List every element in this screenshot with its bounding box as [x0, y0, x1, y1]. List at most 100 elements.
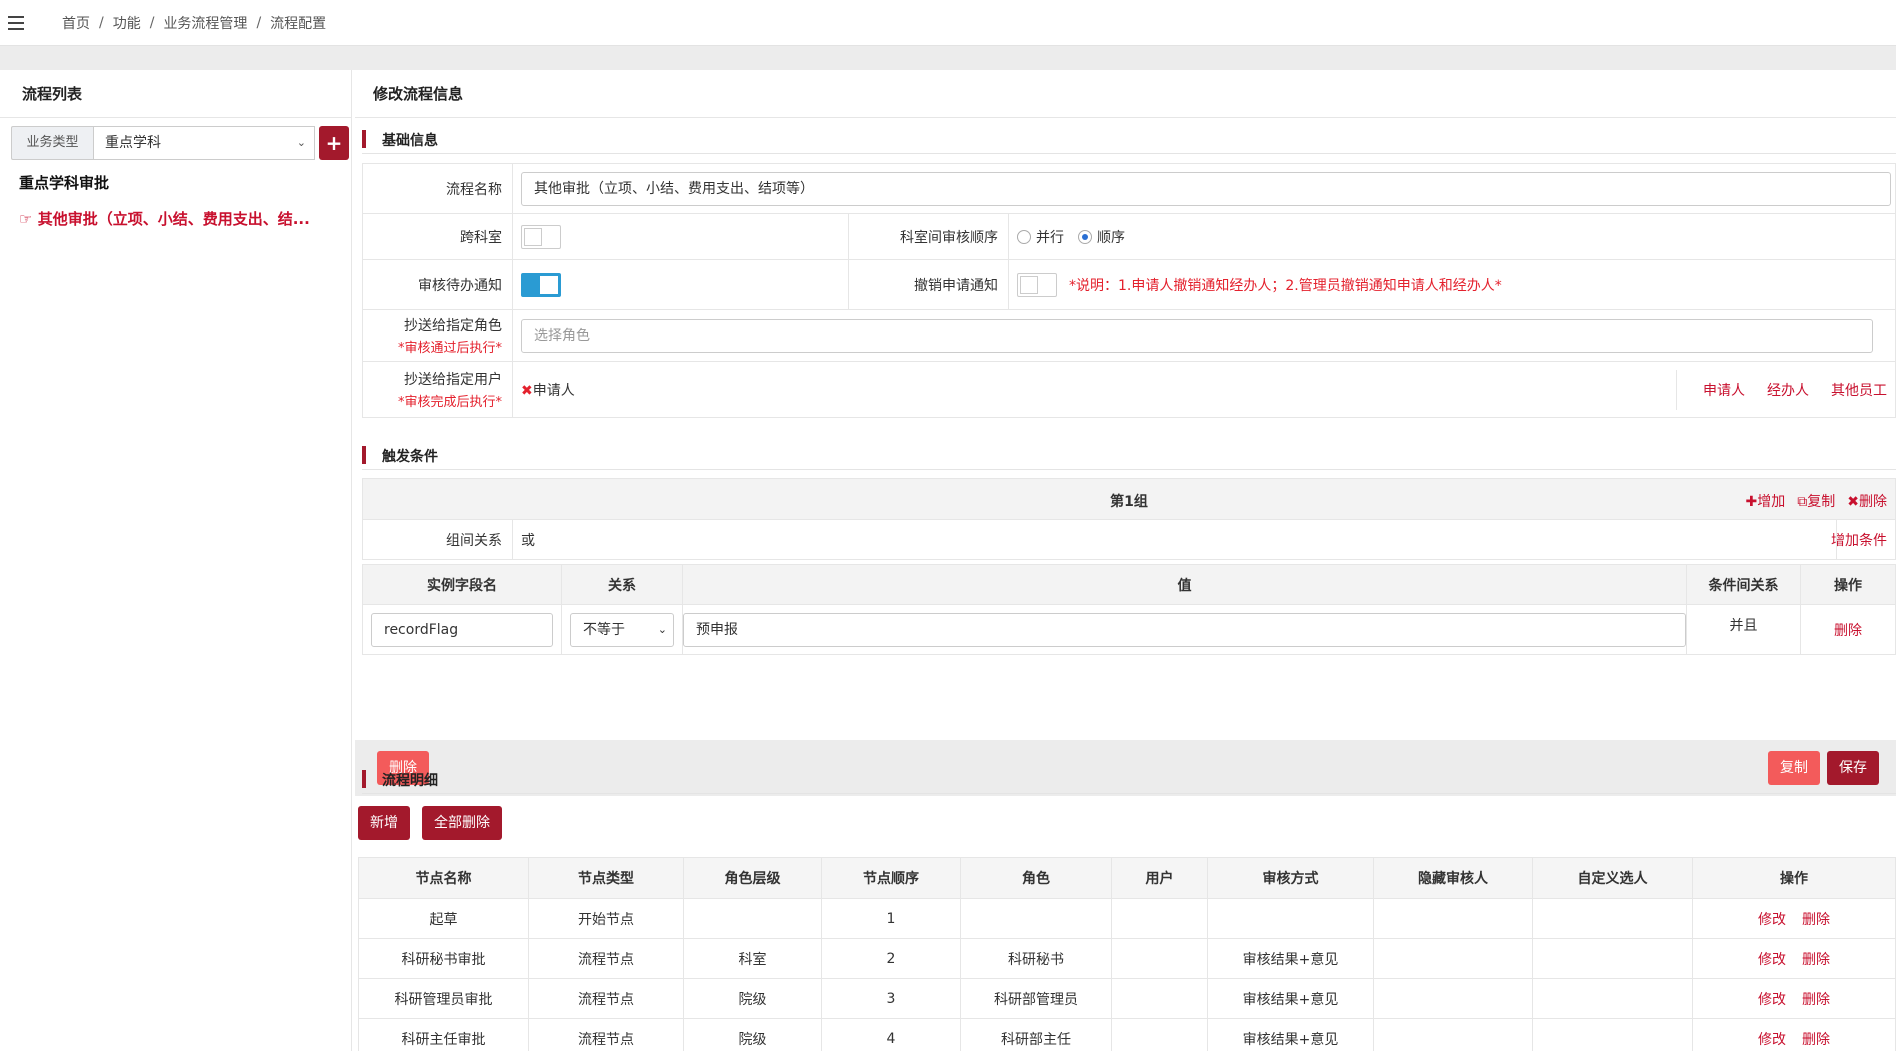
process-detail-table: 节点名称 节点类型 角色层级 节点顺序 角色 用户 审核方式 隐藏审核人 自定义选人 操作 起草开…: [358, 857, 1896, 1051]
condition-group: 第1组 ✚增加 ⧉复制 ✖删除 组间关系 或 增加条件 实例字段名 关系 值 条…: [362, 478, 1896, 655]
table-row: 科研管理员审批 流程节点 院级 3 科研部管理员 审核结果+意见 修改 删除: [358, 978, 1896, 1019]
row-actions: 修改 删除: [1692, 1018, 1896, 1051]
breadcrumb-workflow-mgmt[interactable]: 业务流程管理: [163, 13, 247, 33]
cc-role-select[interactable]: 选择角色: [521, 318, 1873, 353]
business-type-value: 重点学科: [105, 135, 161, 151]
menu-icon[interactable]: [8, 15, 24, 30]
table-cell: [1373, 1018, 1533, 1051]
hand-pointer-icon: ☞: [19, 210, 33, 228]
chevron-down-icon: ⌄: [657, 622, 667, 636]
process-name-input[interactable]: 其他审批（立项、小结、费用支出、结项等）: [521, 171, 1891, 206]
add-condition-link[interactable]: 增加条件: [1831, 530, 1887, 550]
section-detail: 流程明细: [362, 764, 1896, 794]
revoke-notify-toggle[interactable]: [1017, 272, 1057, 297]
process-list-panel: 流程列表 业务类型 重点学科 ⌄ + 重点学科审批 ☞ 其他审批（立项、小结、费…: [0, 70, 352, 1051]
row-actions: 修改 删除: [1692, 938, 1896, 979]
delete-row-link[interactable]: 删除: [1802, 952, 1830, 968]
table-cell: [1532, 978, 1693, 1019]
field-name-input[interactable]: recordFlag: [371, 612, 553, 647]
col-relation: 关系: [561, 564, 683, 605]
breadcrumb: 首页 / 功能 / 业务流程管理 / 流程配置: [62, 13, 327, 33]
col-field: 实例字段名: [362, 564, 562, 605]
table-cell: 审核结果+意见: [1207, 938, 1374, 979]
table-cell: 4: [821, 1018, 961, 1051]
group-copy-button[interactable]: ⧉复制: [1797, 491, 1835, 511]
section-basic-info: 基础信息: [362, 124, 1896, 154]
table-cell: 流程节点: [528, 1018, 684, 1051]
radio-sequential-label: 顺序: [1097, 229, 1125, 246]
chevron-down-icon: ⌄: [296, 136, 306, 149]
group-relation-label: 组间关系: [363, 520, 513, 559]
row-cross-dept: 跨科室 科室间审核顺序 并行 顺序: [363, 214, 1895, 260]
delete-row-link[interactable]: 删除: [1802, 992, 1830, 1008]
table-row: 起草 开始节点 1 修改 删除: [358, 898, 1896, 939]
table-cell: [1373, 938, 1533, 979]
cross-dept-toggle[interactable]: [521, 224, 561, 249]
row-actions: 修改 删除: [1692, 978, 1896, 1019]
condition-group-header: 第1组 ✚增加 ⧉复制 ✖删除: [362, 478, 1896, 520]
row-process-name: 流程名称 其他审批（立项、小结、费用支出、结项等）: [363, 164, 1895, 214]
edit-row-link[interactable]: 修改: [1758, 1032, 1786, 1048]
process-item-label: 其他审批（立项、小结、费用支出、结...: [37, 210, 310, 228]
table-cell: 流程节点: [528, 938, 684, 979]
radio-parallel-label: 并行: [1036, 229, 1064, 246]
group-add-button[interactable]: ✚增加: [1746, 491, 1786, 511]
table-cell: [960, 898, 1112, 939]
table-cell: [683, 898, 822, 939]
table-cell: 1: [821, 898, 961, 939]
table-cell: 科室: [683, 938, 822, 979]
edit-row-link[interactable]: 修改: [1758, 992, 1786, 1008]
add-node-button[interactable]: 新增: [358, 806, 410, 840]
breadcrumb-function[interactable]: 功能: [113, 13, 141, 33]
edit-process-title: 修改流程信息: [355, 70, 1896, 118]
cc-link-applicant[interactable]: 申请人: [1703, 380, 1745, 400]
delete-row-link[interactable]: 删除: [1802, 912, 1830, 928]
value-input[interactable]: 预申报: [683, 612, 1686, 647]
notify-toggle[interactable]: [521, 272, 561, 297]
dept-order-label: 科室间审核顺序: [849, 214, 1009, 259]
table-cell: 科研管理员审批: [358, 978, 529, 1019]
detail-col-9: 操作: [1692, 857, 1896, 899]
cc-role-label: 抄送给指定角色 *审核通过后执行*: [363, 310, 513, 361]
detail-col-7: 隐藏审核人: [1373, 857, 1533, 899]
cc-user-tag[interactable]: ✖申请人: [521, 380, 575, 400]
radio-sequential[interactable]: [1078, 229, 1092, 244]
table-cell: 审核结果+意见: [1207, 978, 1374, 1019]
table-cell: 科研秘书审批: [358, 938, 529, 979]
detail-col-0: 节点名称: [358, 857, 529, 899]
table-cell: 流程节点: [528, 978, 684, 1019]
col-op: 操作: [1799, 564, 1896, 605]
business-type-filter: 业务类型 重点学科 ⌄ +: [11, 126, 349, 160]
breadcrumb-home[interactable]: 首页: [62, 13, 90, 33]
edit-process-panel: 修改流程信息 基础信息 流程名称 其他审批（立项、小结、费用支出、结项等） 跨科…: [355, 70, 1896, 1051]
delete-all-button[interactable]: 全部删除: [422, 806, 502, 840]
cc-link-other-staff[interactable]: 其他员工: [1831, 380, 1887, 400]
col-link: 条件间关系: [1686, 564, 1801, 605]
group-delete-button[interactable]: ✖删除: [1847, 491, 1887, 511]
edit-row-link[interactable]: 修改: [1758, 952, 1786, 968]
table-cell: 院级: [683, 1018, 822, 1051]
radio-parallel[interactable]: [1017, 229, 1031, 244]
group-relation-value: 或: [521, 532, 535, 549]
section-title: 触发条件: [382, 449, 438, 465]
row-cc-role: 抄送给指定角色 *审核通过后执行* 选择角色: [363, 310, 1895, 362]
col-value: 值: [682, 564, 1687, 605]
condition-link-value: 并且: [1686, 604, 1801, 655]
delete-row-link[interactable]: 删除: [1802, 1032, 1830, 1048]
detail-col-6: 审核方式: [1207, 857, 1374, 899]
detail-col-2: 角色层级: [683, 857, 822, 899]
cc-link-handler[interactable]: 经办人: [1767, 380, 1809, 400]
process-name-label: 流程名称: [363, 164, 513, 213]
table-cell: [1111, 938, 1208, 979]
process-group-title: 重点学科审批: [19, 174, 110, 192]
table-cell: [1532, 898, 1693, 939]
add-process-button[interactable]: +: [319, 126, 349, 160]
process-item-active[interactable]: ☞ 其他审批（立项、小结、费用支出、结...: [19, 208, 310, 229]
condition-delete-link[interactable]: 删除: [1834, 623, 1862, 639]
edit-row-link[interactable]: 修改: [1758, 912, 1786, 928]
relation-select[interactable]: 不等于 ⌄: [570, 612, 674, 647]
business-type-select[interactable]: 重点学科 ⌄: [93, 126, 315, 160]
table-cell: [1207, 898, 1374, 939]
section-trigger: 触发条件: [362, 440, 1896, 470]
row-actions: 修改 删除: [1692, 898, 1896, 939]
